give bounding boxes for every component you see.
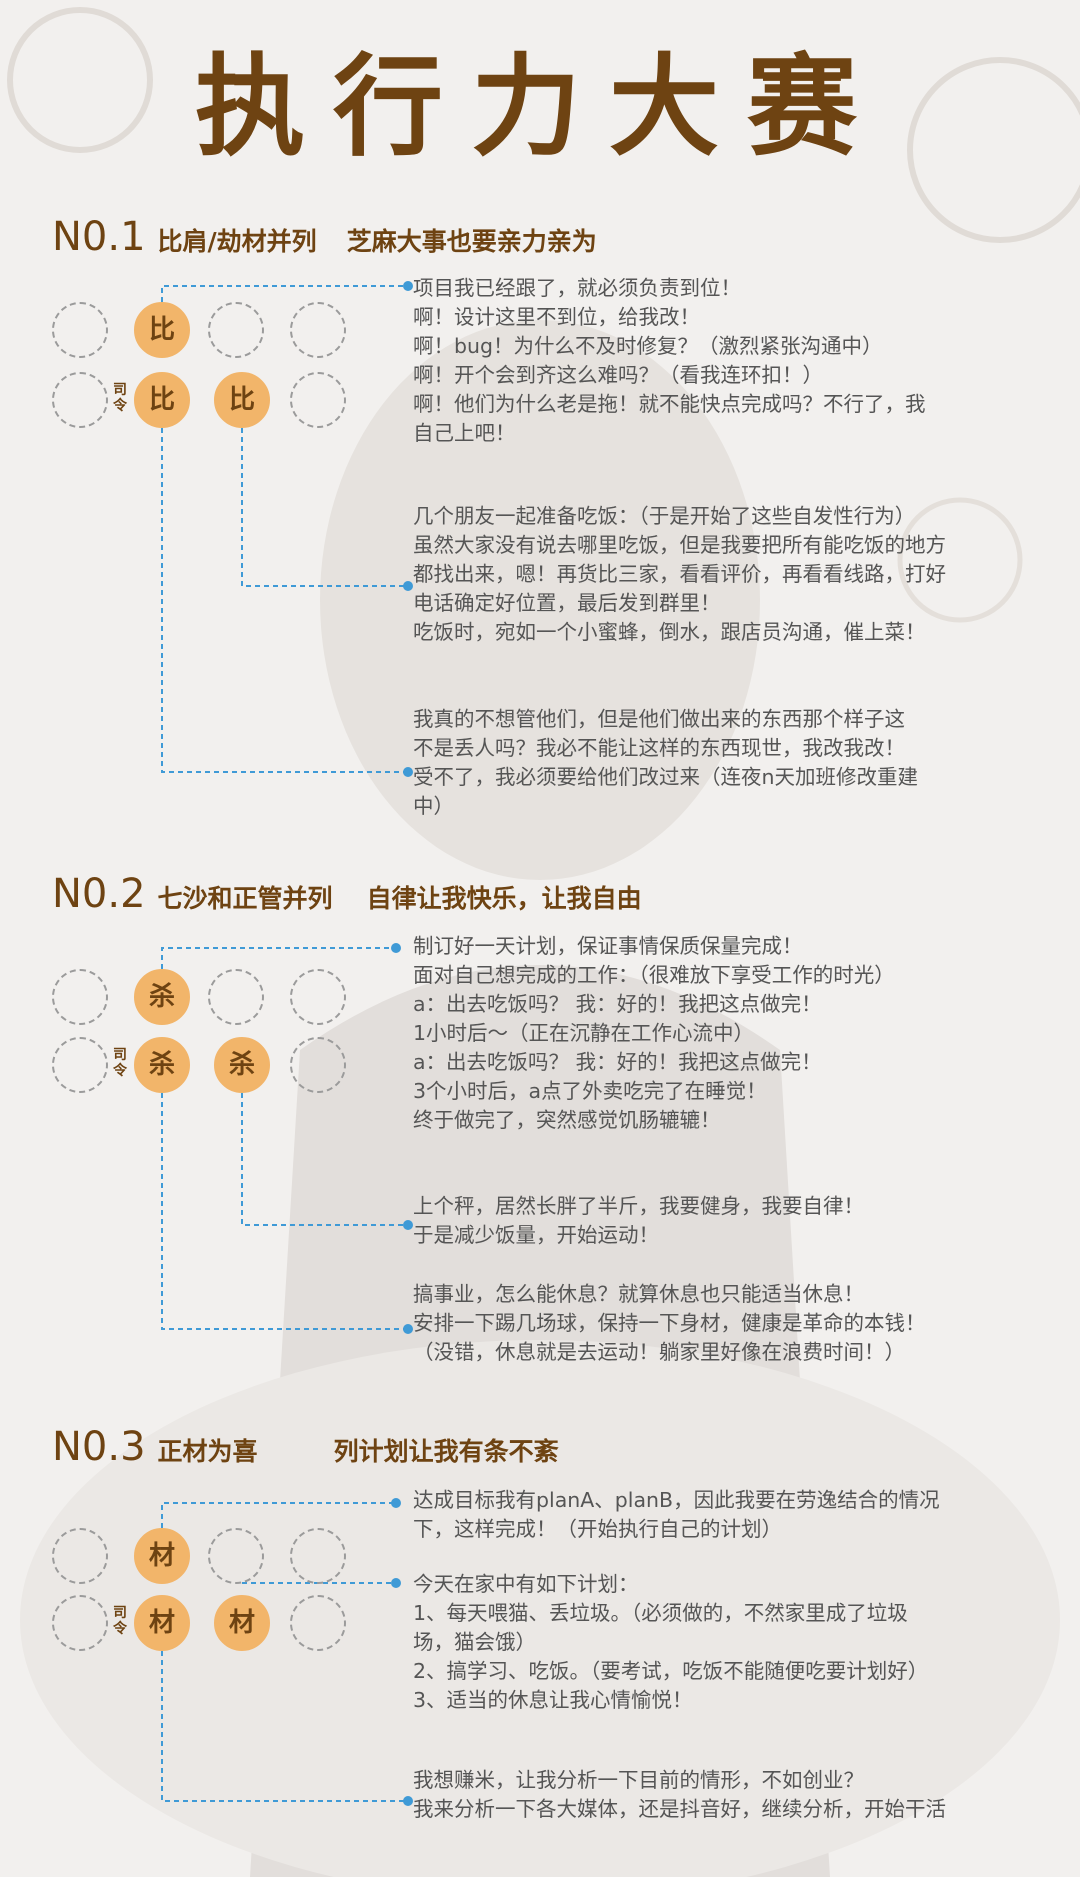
empty-pillar-circle <box>290 969 346 1025</box>
pillar-char-circle: 材 <box>214 1595 270 1651</box>
connector-dot <box>391 1578 401 1588</box>
empty-pillar-circle <box>290 302 346 358</box>
pillar-char-circle: 材 <box>134 1528 190 1584</box>
empty-pillar-circle <box>290 1595 346 1651</box>
empty-pillar-circle <box>52 1528 108 1584</box>
text-block-3-2: 今天在家中有如下计划： 1、每天喂猫、丢垃圾。（必须做的，不然家里成了垃圾 场，… <box>413 1572 929 1712</box>
empty-pillar-circle <box>290 1528 346 1584</box>
pillar-char-circle: 杀 <box>214 1037 270 1093</box>
empty-pillar-circle <box>290 1037 346 1093</box>
connector-3-a <box>161 1502 396 1528</box>
empty-pillar-circle <box>290 372 346 428</box>
pillar-char-circle: 杀 <box>134 1037 190 1093</box>
pillar-char-circle: 比 <box>134 302 190 358</box>
text-block-2-1: 制订好一天计划，保证事情保质保量完成！ 面对自己想完成的工作：（很难放下享受工作… <box>413 934 895 1132</box>
pillar-char-circle: 杀 <box>134 969 190 1025</box>
siling-label: 司令 <box>113 1605 127 1637</box>
text-block-3-1: 达成目标我有planA、planB，因此我要在劳逸结合的情况 下，这样完成！（开… <box>413 1488 940 1541</box>
connector-dot <box>403 581 413 591</box>
siling-label: 司令 <box>113 1047 127 1079</box>
connector-dot <box>403 1796 413 1806</box>
empty-pillar-circle <box>52 1037 108 1093</box>
connector-dot <box>403 1324 413 1334</box>
pillar-char-circle: 比 <box>134 372 190 428</box>
empty-pillar-circle <box>208 302 264 358</box>
connector-1-a <box>161 285 408 302</box>
connector-dot <box>403 767 413 777</box>
pillar-char-circle: 比 <box>214 372 270 428</box>
connector-2-b <box>241 1093 408 1226</box>
empty-pillar-circle <box>52 302 108 358</box>
pillar-char-circle: 材 <box>134 1595 190 1651</box>
empty-pillar-circle <box>52 969 108 1025</box>
text-block-2-3: 搞事业，怎么能休息？就算休息也只能适当休息！ 安排一下踢几场球，保持一下身材，健… <box>413 1282 926 1364</box>
connector-dot <box>403 1220 413 1230</box>
text-block-1-3: 我真的不想管他们，但是他们做出来的东西那个样子这 不是丢人吗？我必不能让这样的东… <box>413 707 918 818</box>
connector-2-a <box>161 947 396 969</box>
text-block-3-3: 我想赚米，让我分析一下目前的情形，不如创业？ 我来分析一下各大媒体，还是抖音好，… <box>413 1768 946 1821</box>
empty-pillar-circle <box>208 1528 264 1584</box>
connector-dot <box>391 943 401 953</box>
empty-pillar-circle <box>52 372 108 428</box>
text-block-1-1: 项目我已经跟了，就必须负责到位！ 啊！设计这里不到位，给我改！ 啊！bug！为什… <box>413 276 926 445</box>
empty-pillar-circle <box>52 1595 108 1651</box>
connector-2-c <box>161 1093 408 1330</box>
siling-label: 司令 <box>113 382 127 414</box>
connector-1-c <box>161 428 408 773</box>
connector-3-c <box>161 1651 408 1802</box>
connector-dot <box>403 281 413 291</box>
empty-pillar-circle <box>208 969 264 1025</box>
connector-dot <box>391 1498 401 1508</box>
connector-1-b <box>241 428 408 587</box>
text-block-1-2: 几个朋友一起准备吃饭：（于是开始了这些自发性行为） 虽然大家没有说去哪里吃饭，但… <box>413 504 946 644</box>
text-block-2-2: 上个秤，居然长胖了半斤，我要健身，我要自律！ 于是减少饭量，开始运动！ <box>413 1194 864 1247</box>
